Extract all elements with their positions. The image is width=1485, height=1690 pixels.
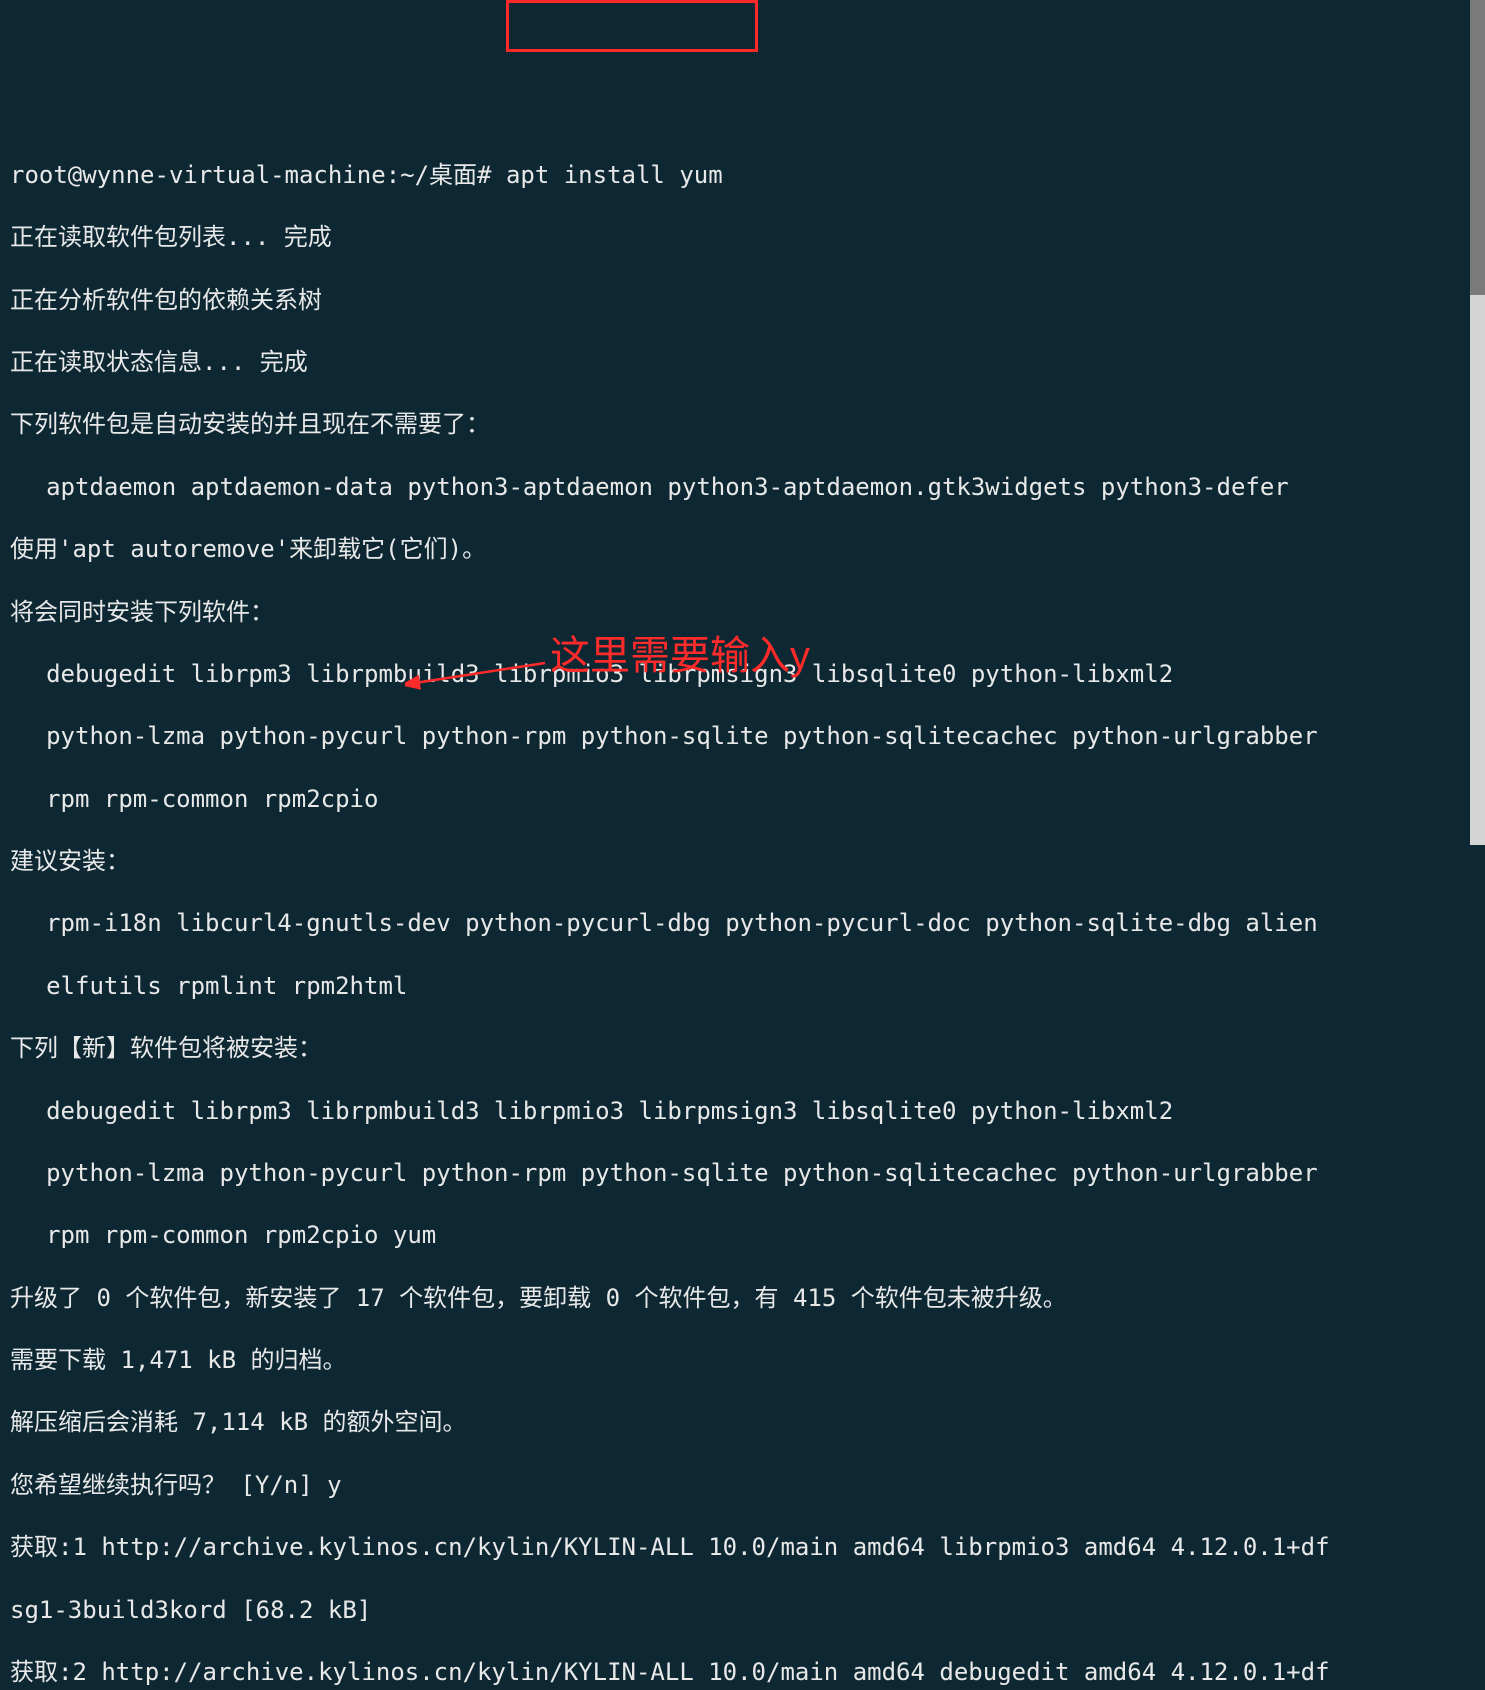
output-line: python-lzma python-pycurl python-rpm pyt… [10,721,1475,752]
output-line: rpm-i18n libcurl4-gnutls-dev python-pycu… [10,908,1475,939]
command-line: root@wynne-virtual-machine:~/桌面# apt ins… [10,160,1475,191]
output-line: debugedit librpm3 librpmbuild3 librpmio3… [10,1096,1475,1127]
output-line: 将会同时安装下列软件： [10,597,1475,628]
output-line: 正在读取状态信息... 完成 [10,347,1475,378]
output-line: aptdaemon aptdaemon-data python3-aptdaem… [10,472,1475,503]
output-line: sg1-3build3kord [68.2 kB] [10,1595,1475,1626]
output-line: 下列软件包是自动安装的并且现在不需要了： [10,409,1475,440]
prompt-user-host: root@wynne-virtual-machine [10,161,386,189]
highlight-box-command [506,0,758,52]
output-line: rpm rpm-common rpm2cpio yum [10,1220,1475,1251]
output-line: elfutils rpmlint rpm2html [10,971,1475,1002]
output-line: 使用'apt autoremove'来卸载它(它们)。 [10,534,1475,565]
output-line: rpm rpm-common rpm2cpio [10,784,1475,815]
output-line: 建议安装： [10,846,1475,877]
output-line: 获取:1 http://archive.kylinos.cn/kylin/KYL… [10,1532,1475,1563]
scrollbar-thumb[interactable] [1470,0,1485,295]
output-line: 获取:2 http://archive.kylinos.cn/kylin/KYL… [10,1657,1475,1688]
command-text: apt install yum [506,161,723,189]
output-line: 升级了 0 个软件包，新安装了 17 个软件包，要卸载 0 个软件包，有 415… [10,1283,1475,1314]
output-line: 正在读取软件包列表... 完成 [10,222,1475,253]
output-line: 您希望继续执行吗？ [Y/n] y [10,1470,1475,1501]
output-line: 下列【新】软件包将被安装： [10,1033,1475,1064]
prompt-path: :~/桌面# [386,161,506,189]
output-line: 解压缩后会消耗 7,114 kB 的额外空间。 [10,1407,1475,1438]
annotation-input-y: 这里需要输入y [550,630,810,682]
output-line: python-lzma python-pycurl python-rpm pyt… [10,1158,1475,1189]
terminal-output[interactable]: root@wynne-virtual-machine:~/桌面# apt ins… [10,129,1475,1690]
output-line: 需要下载 1,471 kB 的归档。 [10,1345,1475,1376]
output-line: 正在分析软件包的依赖关系树 [10,285,1475,316]
